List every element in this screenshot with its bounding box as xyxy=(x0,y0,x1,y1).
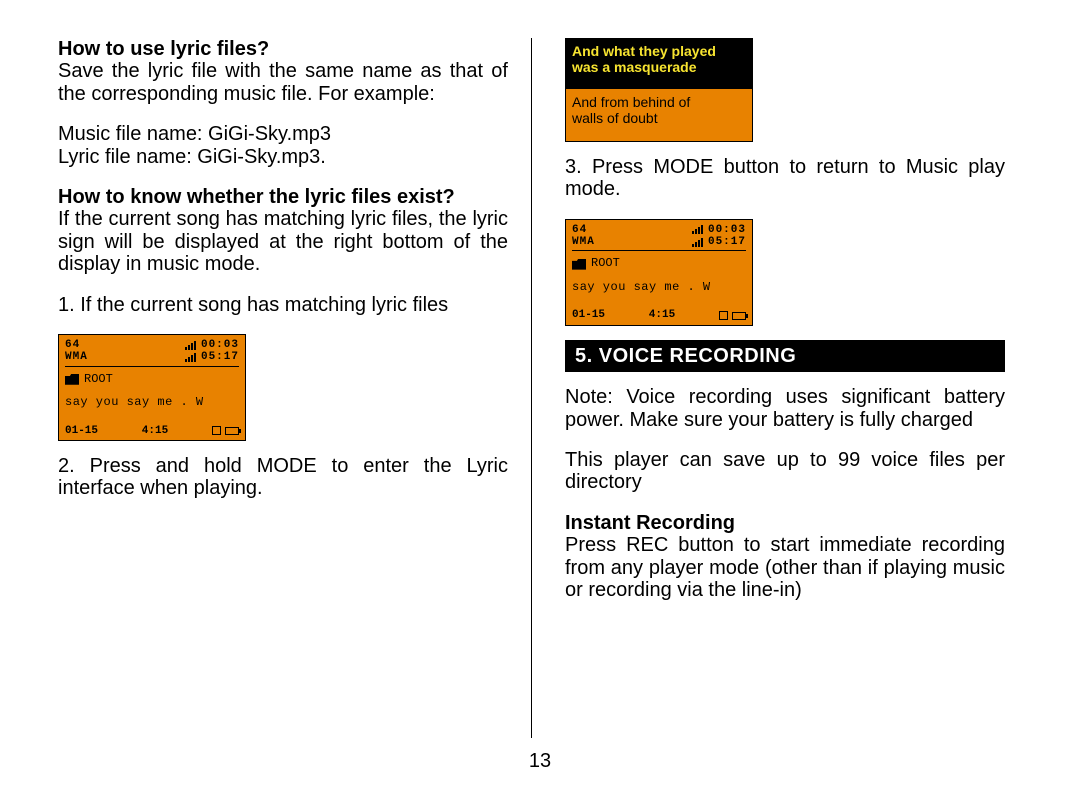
lyric-line-3: And from behind of xyxy=(572,94,746,110)
section-voice-recording: 5. VOICE RECORDING xyxy=(565,340,1005,372)
battery-icon xyxy=(225,427,239,435)
step-2: 2. Press and hold MODE to enter the Lyri… xyxy=(58,455,508,500)
track-position: 4:15 xyxy=(649,309,675,321)
heading-instant-recording: Instant Recording xyxy=(565,512,1005,534)
bitrate-icon: 64 xyxy=(572,224,587,236)
track-title: say you say me . W xyxy=(65,396,239,409)
lyric-icon xyxy=(212,426,221,435)
lyric-screenshot: And what they played was a masquerade An… xyxy=(565,38,753,142)
lyric-line-2: was a masquerade xyxy=(572,59,746,75)
voice-note: Note: Voice recording uses significant b… xyxy=(565,386,1005,431)
track-title: say you say me . W xyxy=(572,281,746,294)
heading-lyric-exist: How to know whether the lyric files exis… xyxy=(58,186,508,208)
voice-capacity: This player can save up to 99 voice file… xyxy=(565,449,1005,494)
track-index: 01-15 xyxy=(65,425,98,437)
page-number: 13 xyxy=(0,750,1080,773)
para-save-lyric: Save the lyric file with the same name a… xyxy=(58,60,508,105)
line-lyric-file: Lyric file name: GiGi-Sky.mp3. xyxy=(58,146,508,168)
format-label: WMA xyxy=(572,236,595,248)
right-column: And what they played was a masquerade An… xyxy=(535,38,1005,730)
elapsed-time: 00:03 xyxy=(708,224,746,236)
elapsed-time: 00:03 xyxy=(201,339,239,351)
para-lyric-sign: If the current song has matching lyric f… xyxy=(58,208,508,275)
player-screenshot-1: 64 00:03 WMA 05:17 ROOT say you say me .… xyxy=(58,334,246,441)
lyric-line-1: And what they played xyxy=(572,43,746,59)
line-music-file: Music file name: GiGi-Sky.mp3 xyxy=(58,123,508,145)
signal-icon xyxy=(692,225,704,234)
instant-recording-para: Press REC button to start immediate reco… xyxy=(565,534,1005,601)
folder-name: ROOT xyxy=(84,373,113,386)
heading-use-lyric: How to use lyric files? xyxy=(58,38,508,60)
bars-icon xyxy=(185,353,197,362)
player-screenshot-2: 64 00:03 WMA 05:17 ROOT say you say me .… xyxy=(565,219,753,326)
signal-icon xyxy=(185,341,197,350)
folder-name: ROOT xyxy=(591,257,620,270)
column-divider xyxy=(531,38,532,738)
track-position: 4:15 xyxy=(142,425,168,437)
folder-icon xyxy=(65,374,79,385)
left-column: How to use lyric files? Save the lyric f… xyxy=(58,38,528,730)
step-1: 1. If the current song has matching lyri… xyxy=(58,294,508,316)
total-time: 05:17 xyxy=(708,236,746,248)
battery-icon xyxy=(732,312,746,320)
folder-icon xyxy=(572,259,586,270)
manual-page: How to use lyric files? Save the lyric f… xyxy=(0,0,1080,740)
lyric-icon xyxy=(719,311,728,320)
format-label: WMA xyxy=(65,351,88,363)
total-time: 05:17 xyxy=(201,351,239,363)
step-3: 3. Press MODE button to return to Music … xyxy=(565,156,1005,201)
bitrate-icon: 64 xyxy=(65,339,80,351)
lyric-line-4: walls of doubt xyxy=(572,110,746,126)
track-index: 01-15 xyxy=(572,309,605,321)
bars-icon xyxy=(692,238,704,247)
